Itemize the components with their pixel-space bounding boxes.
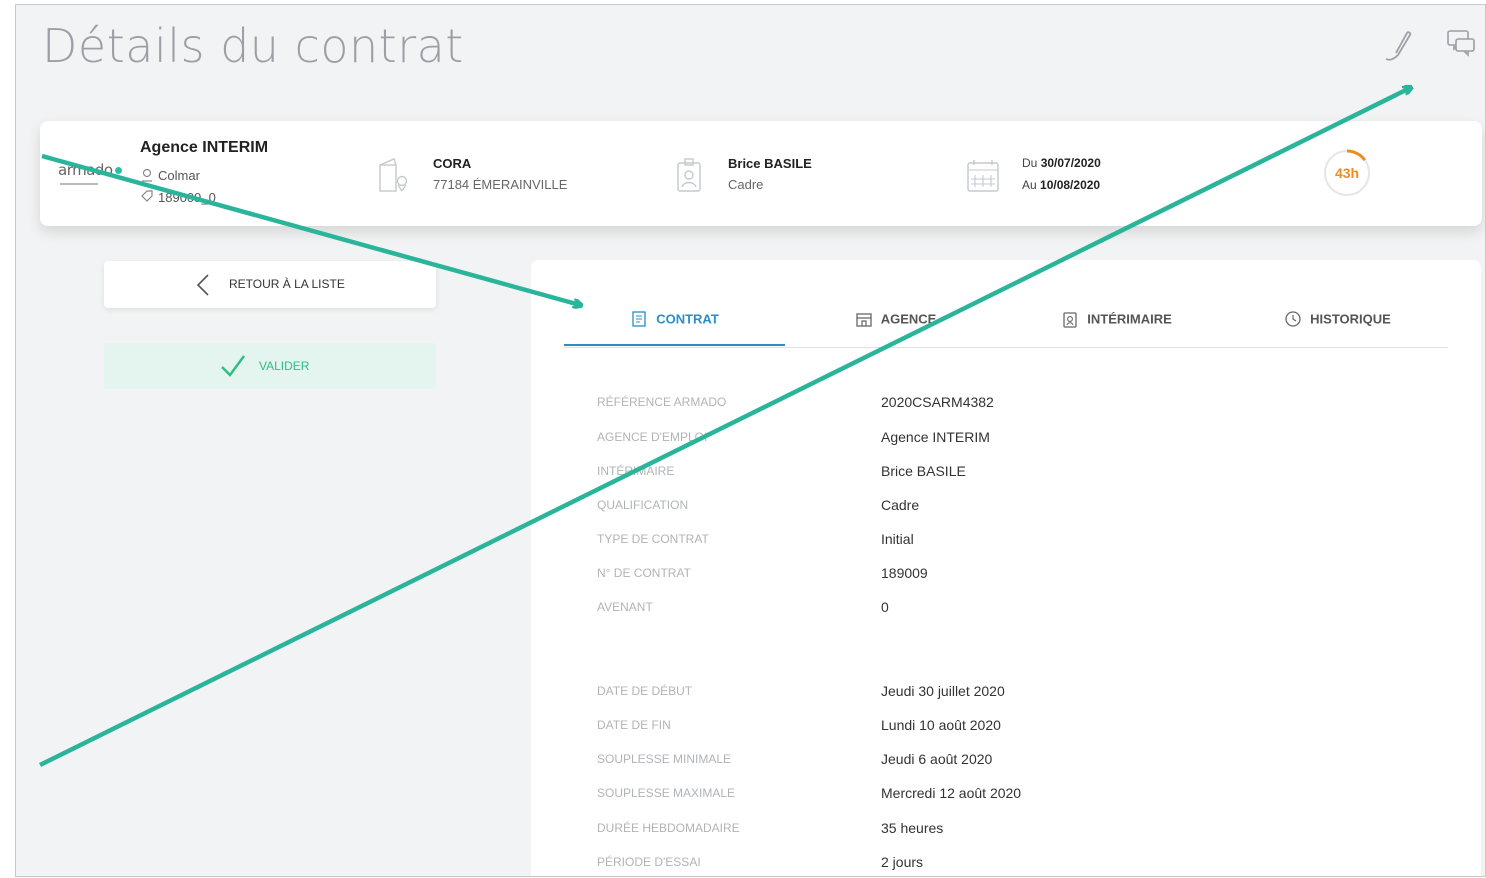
hours-label: 43h [1334,165,1360,181]
worker-name: Brice BASILE [728,156,812,171]
detail-label: PÉRIODE D'ESSAI [597,855,701,869]
agency-code: 189009_0 [158,190,216,205]
details-panel: CONTRAT AGENCE INTÉRIMAIRE HISTORIQUE RÉ… [531,260,1481,876]
tab-bar: CONTRAT AGENCE INTÉRIMAIRE HISTORIQUE [564,300,1448,348]
checkmark-icon [221,355,245,377]
detail-label: DURÉE HEBDOMADAIRE [597,821,740,835]
detail-label: TYPE DE CONTRAT [597,532,709,546]
back-to-list-button[interactable]: RETOUR À LA LISTE [104,261,436,308]
detail-value: Cadre [881,497,920,513]
detail-value: Agence INTERIM [881,429,990,445]
clock-icon [1285,311,1301,327]
client-address: 77184 ÉMERAINVILLE [433,177,568,192]
tab-interimaire[interactable]: INTÉRIMAIRE [1006,300,1227,346]
detail-value: Brice BASILE [881,463,966,479]
logo-underline [60,183,98,185]
detail-value: 35 heures [881,820,944,836]
contract-summary-card: armado Agence INTERIM Colmar 189009_0 CO… [40,121,1482,226]
detail-value: 189009 [881,565,928,581]
worker-qualification: Cadre [728,177,764,192]
detail-label: QUALIFICATION [597,498,689,512]
tab-contrat[interactable]: CONTRAT [564,300,785,346]
app-window: Détails du contrat armado Agence INTERIM… [15,4,1486,877]
detail-label: N° DE CONTRAT [597,566,691,580]
tab-agence[interactable]: AGENCE [785,300,1006,346]
chat-icon[interactable] [1440,25,1480,65]
page-title: Détails du contrat [42,19,464,73]
detail-label: AGENCE D'EMPLOI [597,430,708,444]
validate-label: VALIDER [259,359,310,373]
detail-value: 0 [881,599,889,615]
detail-value: 2020CSARM4382 [881,394,994,410]
detail-value: Mercredi 12 août 2020 [881,785,1022,801]
date-to: Au 10/08/2020 [1022,178,1101,192]
detail-value: 2 jours [881,854,924,870]
pen-icon[interactable] [1378,25,1418,65]
agency-name: Agence INTERIM [140,139,269,156]
calendar-icon [967,160,999,192]
detail-label: DATE DE FIN [597,718,671,732]
detail-value: Initial [881,531,914,547]
location-pin-icon [142,168,152,182]
detail-value: Lundi 10 août 2020 [881,717,1001,733]
badge-icon [1063,312,1077,328]
detail-label: INTÉRIMAIRE [597,464,675,478]
detail-label: SOUPLESSE MAXIMALE [597,786,736,800]
detail-label: DATE DE DÉBUT [597,684,693,698]
validate-button[interactable]: VALIDER [104,343,436,389]
detail-label: RÉFÉRENCE ARMADO [597,395,727,409]
armado-logo: armado [58,161,122,179]
agency-city: Colmar [158,168,200,183]
tag-icon [141,190,153,202]
tab-historique[interactable]: HISTORIQUE [1227,300,1448,346]
client-name: CORA [433,156,472,171]
detail-label: SOUPLESSE MINIMALE [597,752,732,766]
back-label: RETOUR À LA LISTE [229,277,345,291]
detail-value: Jeudi 30 juillet 2020 [881,683,1005,699]
detail-label: AVENANT [597,600,653,614]
store-icon [856,313,872,327]
contract-icon [632,311,646,327]
building-location-icon [379,158,408,192]
date-from: Du 30/07/2020 [1022,156,1101,170]
worker-badge-icon [677,158,701,192]
chevron-left-icon [196,274,209,296]
detail-value: Jeudi 6 août 2020 [881,751,993,767]
